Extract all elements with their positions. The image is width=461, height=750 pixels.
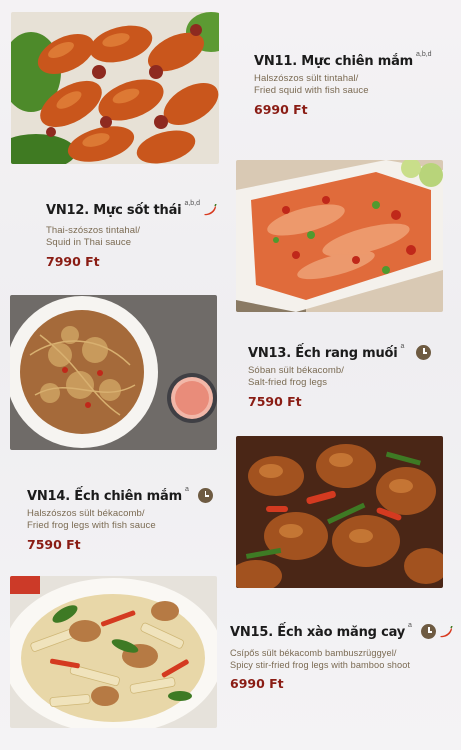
dish-description-hu: Csípős sült békacomb bambuszrüggyel/ <box>230 648 397 658</box>
salt-fried-frog-photo <box>10 295 217 450</box>
menu-item-vn11: VN11. Mực chiên mắm a,b,d Halszószos sül… <box>254 51 454 117</box>
dish-description-en: Spicy stir-fried frog legs with bamboo s… <box>230 660 411 670</box>
allergen-codes: a <box>408 622 412 629</box>
dish-description-en: Salt-fried frog legs <box>248 377 328 388</box>
dish-title: VN14. Ếch chiên mắm <box>27 489 182 504</box>
clock-icon <box>416 345 432 360</box>
dish-title: VN13. Ếch rang muối <box>248 346 398 361</box>
menu-item-vn15: VN15. Ếch xào măng cay a Csípős sült bék… <box>230 622 455 691</box>
dish-price: 7590 Ft <box>248 394 302 409</box>
allergen-codes: a,b,d <box>184 200 201 207</box>
dish-price: 7590 Ft <box>27 537 81 552</box>
thai-squid-photo <box>236 160 443 312</box>
dish-description-hu: Halszószos sült tintahal/ <box>254 73 359 84</box>
dish-description-hu: Sóban sült békacomb/ <box>248 365 345 376</box>
dish-price: 7990 Ft <box>46 254 100 269</box>
dish-title: VN11. Mực chiên mắm <box>254 54 413 69</box>
menu-item-vn14: VN14. Ếch chiên mắm a Halszószos sült bé… <box>27 486 233 552</box>
chili-icon <box>439 625 453 643</box>
clock-icon <box>197 488 213 503</box>
fish-sauce-frog-photo <box>236 436 443 588</box>
menu-item-vn13: VN13. Ếch rang muối a Sóban sült békacom… <box>248 343 454 409</box>
dish-price: 6990 Ft <box>254 102 308 117</box>
dish-price: 6990 Ft <box>230 676 284 691</box>
allergen-codes: a <box>184 486 189 493</box>
menu-item-vn12: VN12. Mực sốt thái a,b,d Thai-szószos ti… <box>46 200 231 269</box>
dish-title: VN12. Mực sốt thái <box>46 203 182 218</box>
dish-title: VN15. Ếch xào măng cay <box>230 625 406 640</box>
fried-squid-photo <box>11 12 219 164</box>
dish-description-en: Fried frog legs with fish sauce <box>27 520 156 531</box>
dish-description-hu: Thai-szószos tintahal/ <box>46 225 141 236</box>
allergen-codes: a,b,d <box>416 51 432 58</box>
dish-description-en: Fried squid with fish sauce <box>254 85 369 96</box>
clock-icon <box>420 624 436 639</box>
bamboo-frog-photo <box>10 576 217 728</box>
dish-description-en: Squid in Thai sauce <box>46 237 132 248</box>
allergen-codes: a <box>400 343 405 350</box>
chili-icon <box>203 203 217 221</box>
dish-description-hu: Halszószos sült békacomb/ <box>27 508 145 519</box>
